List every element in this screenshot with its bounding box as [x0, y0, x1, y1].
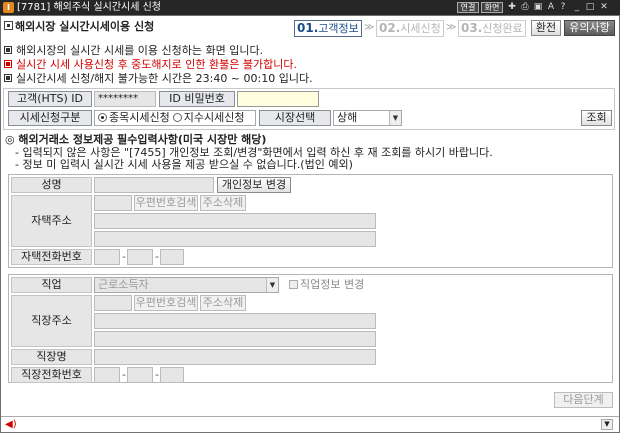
customer-id-field[interactable]: ********	[94, 91, 156, 107]
step-arrow-icon: ≫	[364, 22, 375, 33]
radio-stock-quote[interactable]	[98, 113, 107, 122]
step-label: 시세신청	[400, 22, 441, 35]
step-number: 03.	[461, 21, 483, 35]
step-quote-apply: 02.시세신청	[376, 20, 444, 37]
notice-button[interactable]: 유의사항	[564, 20, 615, 36]
notice-line-2: 실시간 시세 사용신청 후 중도해지로 인한 환불은 불가합니다.	[4, 58, 297, 71]
customer-id-label: 고객(HTS) ID	[8, 91, 92, 107]
next-step-button[interactable]: 다음단계	[554, 392, 613, 408]
notice-text: 해외시장의 실시간 시세를 이용 신청하는 화면 입니다.	[16, 44, 264, 57]
work-phone-label: 직장전화번호	[11, 367, 92, 383]
step-label: 고객정보	[318, 22, 359, 35]
window-titlebar: I [7781] 해외주식 실시간시세 신청 연결 화면 ✚ ⎙ ▣ A ? _…	[0, 0, 620, 15]
step-complete: 03.신청완료	[458, 20, 526, 37]
work-phone-part2[interactable]	[127, 367, 153, 383]
work-zipcode-field[interactable]	[94, 295, 132, 311]
work-address-label: 직장주소	[11, 295, 92, 347]
exchange-button[interactable]: 환전	[531, 20, 561, 36]
minimize-icon[interactable]: _	[571, 1, 583, 14]
job-select[interactable]: 근로소득자 ▼	[94, 277, 279, 293]
change-job-checkbox[interactable]	[289, 280, 298, 289]
app-icon: I	[3, 2, 14, 13]
required-heading: ◎ 해외거래소 정보제공 필수입력사항(미국 시장만 해당)	[5, 133, 267, 146]
pin-icon[interactable]: ✚	[506, 1, 518, 14]
company-name-label: 직장명	[11, 349, 92, 365]
screen-number: [7781]	[17, 2, 51, 13]
market-select[interactable]: 상해 ▼	[333, 110, 402, 126]
home-phone-part2[interactable]	[127, 249, 153, 265]
capture-icon[interactable]: ▣	[532, 1, 544, 14]
phone-separator: -	[155, 250, 159, 263]
home-zip-search-button[interactable]: 우편번호검색	[134, 195, 198, 211]
status-bar: ◀) ▼	[1, 416, 619, 432]
step-arrow-icon: ≫	[446, 22, 457, 33]
home-phone-part3[interactable]	[160, 249, 184, 265]
title-bullet-icon	[4, 21, 13, 30]
apply-type-label: 시세신청구분	[8, 110, 92, 126]
required-line-2: - 정보 미 입력시 실시간 시세 사용을 제공 받으실 수 없습니다.(법인 …	[15, 158, 353, 171]
work-phone-part3[interactable]	[160, 367, 184, 383]
change-job-label: 직업정보 변경	[300, 278, 365, 291]
radio-stock-label: 종목시세신청	[109, 111, 170, 124]
work-address-line2-field[interactable]	[94, 331, 376, 347]
work-address-line1-field[interactable]	[94, 313, 376, 329]
phone-separator: -	[122, 368, 126, 381]
work-address-delete-button[interactable]: 주소삭제	[200, 295, 246, 311]
name-label: 성명	[11, 177, 92, 193]
notice-text: 실시간시세 신청/해지 불가능한 시간은 23:40 ~ 00:10 입니다.	[16, 72, 313, 85]
job-select-value: 근로소득자	[98, 278, 149, 291]
change-personal-info-button[interactable]: 개인정보 변경	[217, 177, 291, 193]
phone-separator: -	[155, 368, 159, 381]
home-address-line1-field[interactable]	[94, 213, 376, 229]
help-icon[interactable]: ?	[557, 1, 569, 14]
step-number: 01.	[297, 21, 319, 35]
market-select-value: 상해	[337, 111, 358, 124]
maximize-icon[interactable]: □	[584, 1, 596, 14]
font-size-icon[interactable]: A	[545, 1, 557, 14]
status-dropdown-icon[interactable]: ▼	[601, 419, 613, 430]
radio-index-quote[interactable]	[172, 113, 182, 122]
page-title: 해외시장 실시간시세이용 신청	[15, 20, 155, 33]
speaker-icon: ◀)	[5, 419, 17, 430]
step-customer-info: 01.고객정보	[294, 20, 362, 37]
name-field[interactable]	[94, 177, 214, 193]
home-address-label: 자택주소	[11, 195, 92, 247]
step-label: 신청완료	[482, 22, 523, 35]
password-field[interactable]	[237, 91, 319, 107]
home-address-delete-button[interactable]: 주소삭제	[200, 195, 246, 211]
home-phone-label: 자택전화번호	[11, 249, 92, 265]
company-name-field[interactable]	[94, 349, 376, 365]
radio-index-label: 지수시세신청	[183, 111, 245, 124]
home-zipcode-field[interactable]	[94, 195, 132, 211]
bullet-icon	[4, 46, 12, 54]
window-title-text: 해외주식 실시간시세 신청	[53, 2, 162, 13]
print-icon[interactable]: ⎙	[519, 1, 531, 14]
notice-text: 실시간 시세 사용신청 후 중도해지로 인한 환불은 불가합니다.	[16, 58, 297, 71]
close-icon[interactable]: ✕	[598, 1, 610, 14]
chevron-down-icon: ▼	[389, 111, 401, 125]
window-title: [7781] 해외주식 실시간시세 신청	[17, 1, 161, 14]
password-label: ID 비밀번호	[159, 91, 235, 107]
link-button[interactable]: 연결	[457, 2, 479, 13]
bullet-icon	[4, 74, 12, 82]
phone-separator: -	[122, 250, 126, 263]
home-address-line2-field[interactable]	[94, 231, 376, 247]
home-phone-part1[interactable]	[94, 249, 120, 265]
chevron-down-icon: ▼	[266, 278, 278, 292]
bullet-icon	[4, 60, 12, 68]
screen-button[interactable]: 화면	[481, 2, 503, 13]
notice-line-1: 해외시장의 실시간 시세를 이용 신청하는 화면 입니다.	[4, 44, 263, 57]
work-phone-part1[interactable]	[94, 367, 120, 383]
job-label: 직업	[11, 277, 92, 293]
apply-type-radio-group: 종목시세신청 지수시세신청	[94, 110, 256, 126]
step-number: 02.	[379, 21, 401, 35]
query-button[interactable]: 조회	[581, 110, 612, 126]
market-label: 시장선택	[259, 110, 331, 126]
notice-line-3: 실시간시세 신청/해지 불가능한 시간은 23:40 ~ 00:10 입니다.	[4, 72, 313, 85]
work-zip-search-button[interactable]: 우편번호검색	[134, 295, 198, 311]
